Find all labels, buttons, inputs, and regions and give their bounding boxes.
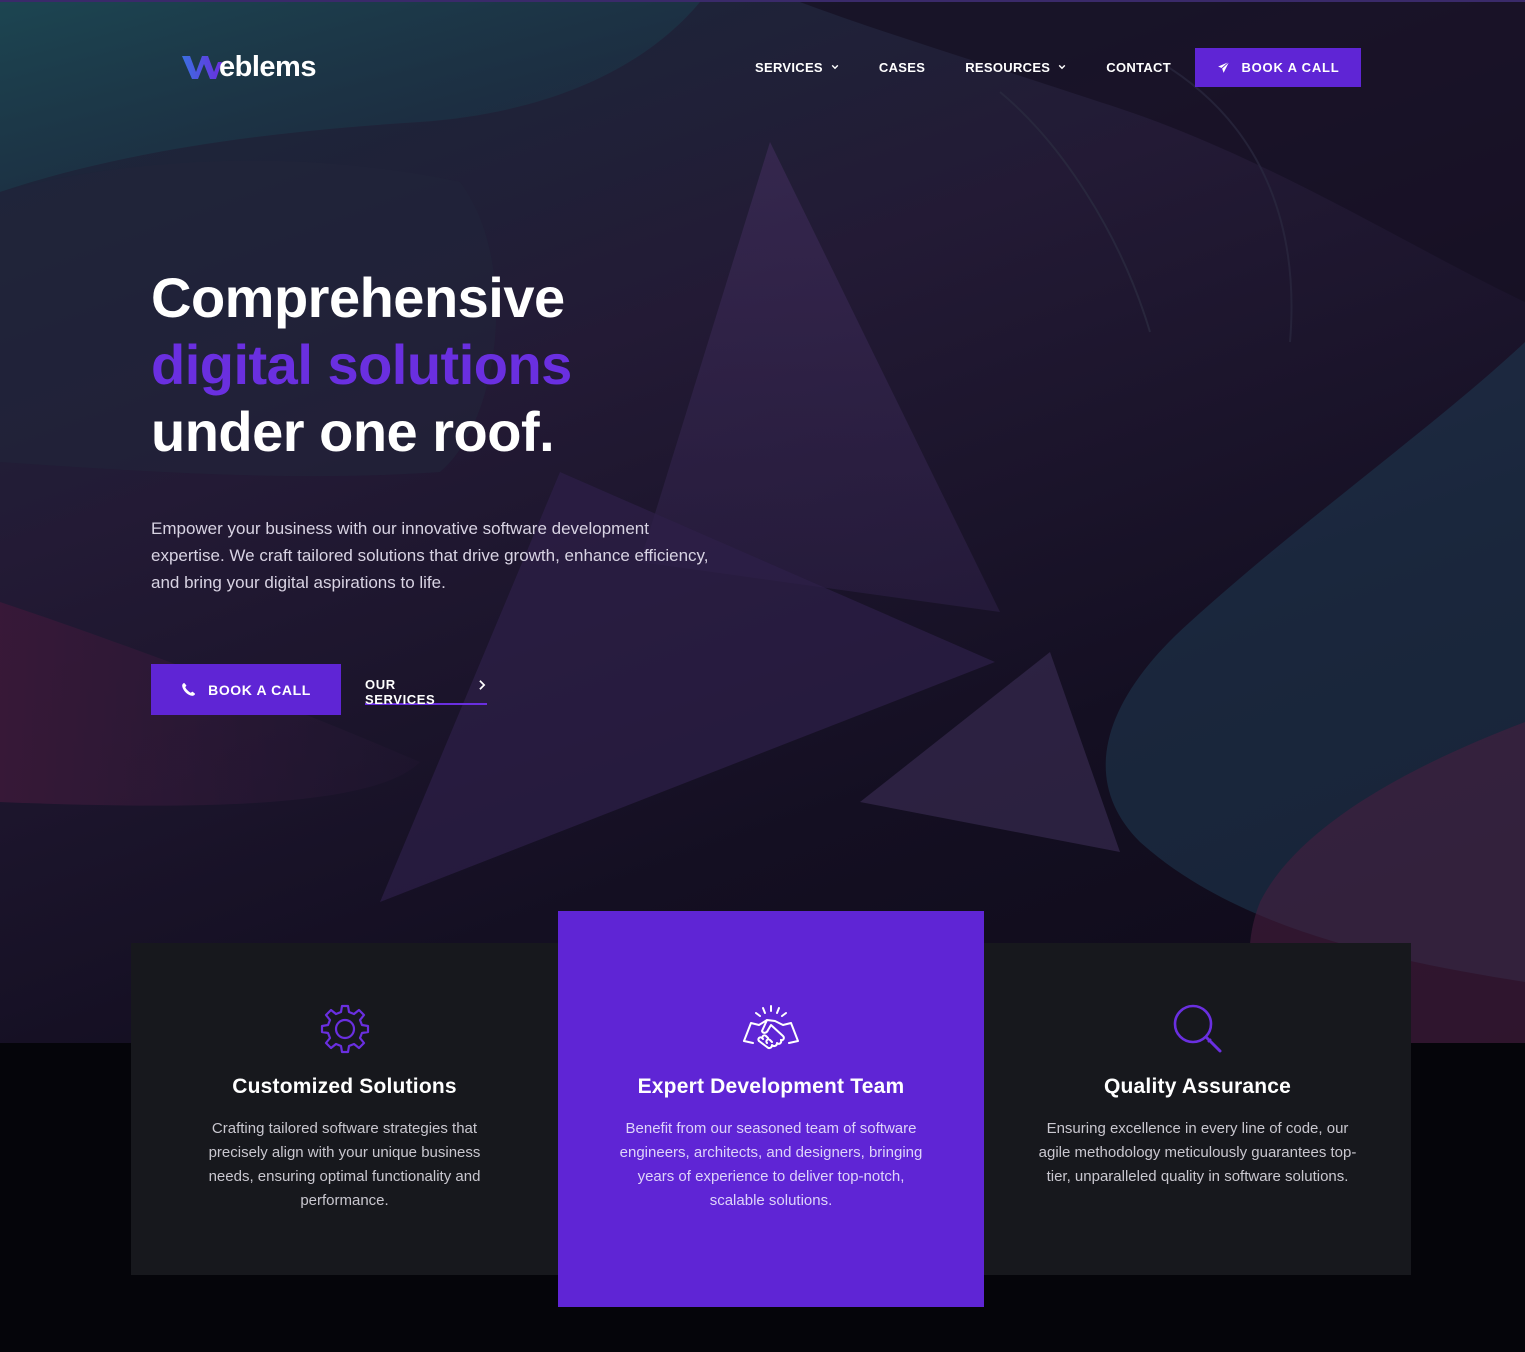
- nav-item-label: RESOURCES: [965, 59, 1051, 75]
- feature-title: Customized Solutions: [232, 1075, 457, 1098]
- nav-item-contact[interactable]: CONTACT: [1106, 58, 1171, 76]
- feature-text: Crafting tailored software strategies th…: [208, 1120, 481, 1209]
- phone-icon: [182, 682, 196, 696]
- chevron-right-icon: [479, 680, 486, 690]
- gear-icon: [319, 1003, 371, 1055]
- chevron-down-icon: [1058, 64, 1066, 70]
- feature-title: Quality Assurance: [1103, 1075, 1292, 1098]
- feature-card-expert-development-team: Expert Development Team Benefit from our…: [558, 911, 984, 1307]
- feature-title: Expert Development Team: [637, 1075, 905, 1098]
- our-services-link[interactable]: OUR SERVICES: [365, 677, 487, 707]
- magnifier-icon: [1171, 1003, 1225, 1055]
- nav-item-label: CASES: [878, 59, 926, 75]
- feature-card-quality-assurance: Quality Assurance Ensuring excellence in…: [984, 943, 1411, 1275]
- book-a-call-button[interactable]: BOOK A CALL: [151, 664, 341, 715]
- paper-plane-icon: [1216, 60, 1232, 75]
- headline-line-2: digital solutions: [151, 333, 572, 396]
- hero-section: eblems SERVICES CASES RESOURCES CONTACT …: [0, 0, 1525, 1043]
- headline-line-1: Comprehensive: [151, 266, 565, 329]
- feature-card-customized-solutions: Customized Solutions Crafting tailored s…: [131, 943, 558, 1275]
- nav-item-services[interactable]: SERVICES: [755, 58, 839, 76]
- weblems-logo[interactable]: eblems: [182, 50, 316, 84]
- nav-item-cases[interactable]: CASES: [879, 58, 925, 76]
- headline-line-3: under one roof.: [151, 400, 555, 463]
- logo-mark-icon: [182, 56, 222, 79]
- our-services-label: OUR SERVICES: [365, 677, 436, 707]
- hero-description: Empower your business with our innovativ…: [151, 519, 709, 592]
- handshake-icon: [741, 1003, 801, 1055]
- book-a-call-label: BOOK A CALL: [208, 681, 311, 698]
- nav-item-label: SERVICES: [755, 59, 823, 75]
- feature-text: Benefit from our seasoned team of softwa…: [619, 1120, 923, 1209]
- nav-item-resources[interactable]: RESOURCES: [965, 58, 1066, 76]
- chevron-down-icon: [831, 64, 839, 70]
- hero-headline: Comprehensive digital solutions under on…: [151, 264, 572, 465]
- top-navigation: eblems SERVICES CASES RESOURCES CONTACT …: [0, 2, 1525, 132]
- nav-item-label: CONTACT: [1106, 59, 1171, 75]
- book-a-call-nav-button[interactable]: BOOK A CALL: [1195, 48, 1361, 87]
- nav-cta-label: BOOK A CALL: [1241, 60, 1340, 75]
- feature-text: Ensuring excellence in every line of cod…: [1038, 1120, 1357, 1185]
- logo-wordmark: eblems: [219, 50, 316, 83]
- main-menu: SERVICES CASES RESOURCES CONTACT: [755, 58, 1171, 76]
